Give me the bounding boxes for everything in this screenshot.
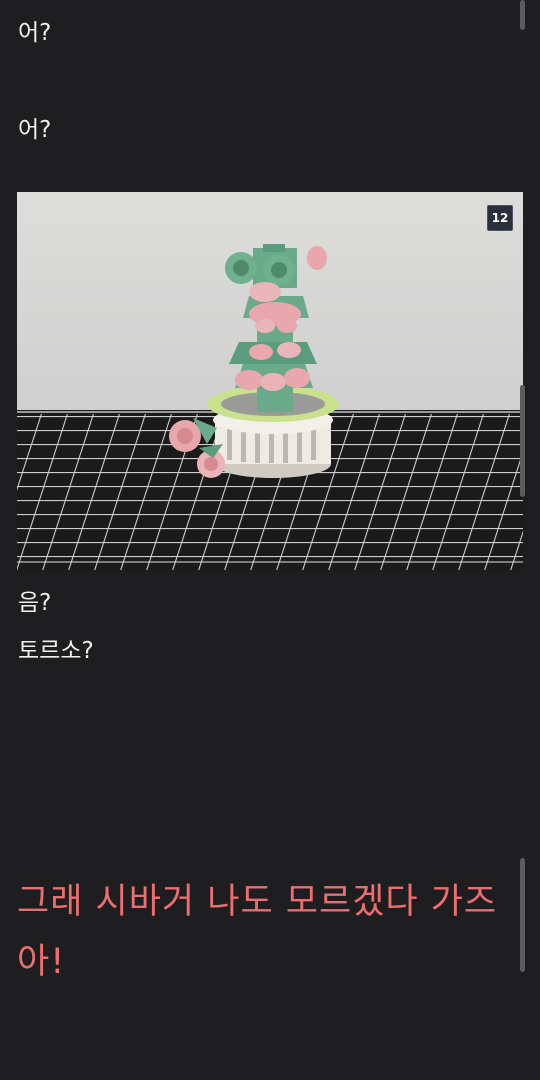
post-text-line: 토르소? xyxy=(18,638,94,664)
scrollbar-thumb[interactable] xyxy=(520,385,525,497)
lego-torso-photo xyxy=(17,192,523,570)
post-text-line: 어? xyxy=(18,117,52,143)
scrollbar-thumb[interactable] xyxy=(520,858,525,972)
punchline-text: 그래 시바거 나도 모르겠다 가즈아! xyxy=(17,882,498,982)
post-text-line: 어? xyxy=(18,20,52,46)
scrollbar-thumb[interactable] xyxy=(520,0,525,30)
post-page: 어? 어? 12 음? 토르소? 그래 시바거 나도 모르겠다 가즈아! xyxy=(0,0,540,1080)
post-photo[interactable]: 12 xyxy=(17,192,523,570)
photo-count-badge: 12 xyxy=(487,205,513,231)
post-text-line: 음? xyxy=(18,590,52,616)
